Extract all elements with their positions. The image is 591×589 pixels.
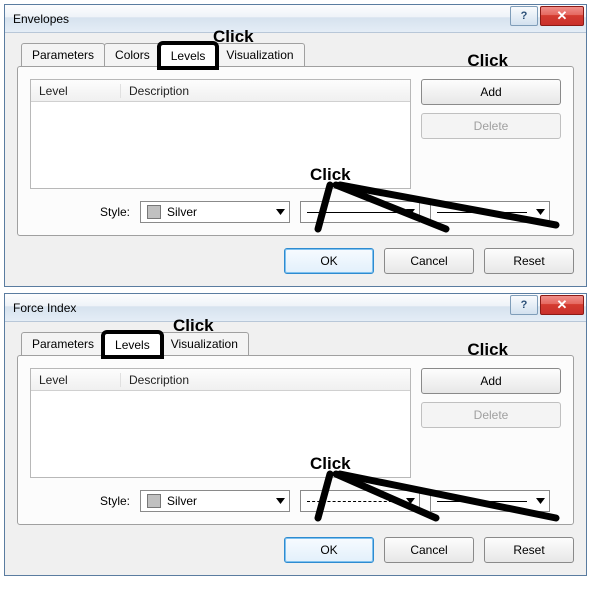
titlebar-buttons: ? ✕ bbox=[510, 295, 584, 315]
chevron-down-icon bbox=[276, 209, 285, 215]
titlebar[interactable]: Envelopes ? ✕ bbox=[5, 5, 586, 33]
titlebar-title: Envelopes bbox=[13, 12, 69, 26]
tab-panel: Level Description Add Delete Click Style… bbox=[17, 355, 574, 525]
help-button[interactable]: ? bbox=[510, 6, 538, 26]
delete-button: Delete bbox=[421, 113, 561, 139]
dialog-buttons: OK Cancel Reset bbox=[17, 537, 574, 563]
tabstrip: Parameters Colors Levels Visualization bbox=[21, 43, 574, 66]
titlebar-title: Force Index bbox=[13, 301, 76, 315]
help-icon: ? bbox=[521, 10, 528, 22]
grid-col-description[interactable]: Description bbox=[121, 373, 197, 387]
add-button[interactable]: Add bbox=[421, 368, 561, 394]
dialog-body: Click Click Parameters Colors Levels Vis… bbox=[5, 33, 586, 286]
reset-button[interactable]: Reset bbox=[484, 537, 574, 563]
style-color-name: Silver bbox=[167, 205, 197, 219]
reset-button[interactable]: Reset bbox=[484, 248, 574, 274]
dialog-body: Click Click Parameters Levels Visualizat… bbox=[5, 322, 586, 575]
thickness-sample-icon bbox=[437, 212, 527, 213]
panel-row: Level Description Add Delete bbox=[30, 368, 561, 478]
style-row: Style: Silver bbox=[30, 490, 561, 512]
grid-header: Level Description bbox=[31, 80, 410, 102]
levels-grid[interactable]: Level Description bbox=[30, 79, 411, 189]
tab-visualization[interactable]: Visualization bbox=[160, 332, 249, 355]
style-line-dropdown[interactable] bbox=[300, 490, 420, 512]
color-swatch-icon bbox=[147, 205, 161, 219]
ok-button[interactable]: OK bbox=[284, 537, 374, 563]
dialog-envelopes: Envelopes ? ✕ Click Click Parameters Col… bbox=[4, 4, 587, 287]
help-button[interactable]: ? bbox=[510, 295, 538, 315]
style-color-dropdown[interactable]: Silver bbox=[140, 201, 290, 223]
chevron-down-icon bbox=[406, 498, 415, 504]
panel-row: Level Description Add Delete bbox=[30, 79, 561, 189]
titlebar-buttons: ? ✕ bbox=[510, 6, 584, 26]
line-sample-icon bbox=[307, 501, 397, 502]
style-row: Style: Silver bbox=[30, 201, 561, 223]
levels-grid[interactable]: Level Description bbox=[30, 368, 411, 478]
style-color-name: Silver bbox=[167, 494, 197, 508]
side-buttons: Add Delete bbox=[421, 79, 561, 189]
style-thickness-dropdown[interactable] bbox=[430, 490, 550, 512]
tab-levels[interactable]: Levels bbox=[160, 44, 217, 67]
grid-col-level[interactable]: Level bbox=[31, 84, 121, 98]
delete-button: Delete bbox=[421, 402, 561, 428]
chevron-down-icon bbox=[406, 209, 415, 215]
dialog-buttons: OK Cancel Reset bbox=[17, 248, 574, 274]
tab-colors[interactable]: Colors bbox=[104, 43, 161, 66]
style-label: Style: bbox=[100, 205, 130, 219]
close-icon: ✕ bbox=[557, 8, 568, 24]
grid-col-level[interactable]: Level bbox=[31, 373, 121, 387]
cancel-button[interactable]: Cancel bbox=[384, 248, 474, 274]
grid-header: Level Description bbox=[31, 369, 410, 391]
add-button[interactable]: Add bbox=[421, 79, 561, 105]
tab-visualization[interactable]: Visualization bbox=[215, 43, 304, 66]
cancel-button[interactable]: Cancel bbox=[384, 537, 474, 563]
chevron-down-icon bbox=[276, 498, 285, 504]
help-icon: ? bbox=[521, 299, 528, 311]
ok-button[interactable]: OK bbox=[284, 248, 374, 274]
thickness-sample-icon bbox=[437, 501, 527, 502]
style-label: Style: bbox=[100, 494, 130, 508]
side-buttons: Add Delete bbox=[421, 368, 561, 478]
tab-levels[interactable]: Levels bbox=[104, 333, 161, 356]
style-color-dropdown[interactable]: Silver bbox=[140, 490, 290, 512]
line-sample-icon bbox=[307, 212, 397, 213]
chevron-down-icon bbox=[536, 498, 545, 504]
dialog-force-index: Force Index ? ✕ Click Click Parameters L… bbox=[4, 293, 587, 576]
tab-parameters[interactable]: Parameters bbox=[21, 43, 105, 66]
style-thickness-dropdown[interactable] bbox=[430, 201, 550, 223]
chevron-down-icon bbox=[536, 209, 545, 215]
color-swatch-icon bbox=[147, 494, 161, 508]
tabstrip: Parameters Levels Visualization bbox=[21, 332, 574, 355]
close-icon: ✕ bbox=[557, 297, 568, 313]
close-button[interactable]: ✕ bbox=[540, 295, 584, 315]
close-button[interactable]: ✕ bbox=[540, 6, 584, 26]
titlebar[interactable]: Force Index ? ✕ bbox=[5, 294, 586, 322]
style-line-dropdown[interactable] bbox=[300, 201, 420, 223]
grid-col-description[interactable]: Description bbox=[121, 84, 197, 98]
tab-panel: Level Description Add Delete Click Style… bbox=[17, 66, 574, 236]
tab-parameters[interactable]: Parameters bbox=[21, 332, 105, 355]
